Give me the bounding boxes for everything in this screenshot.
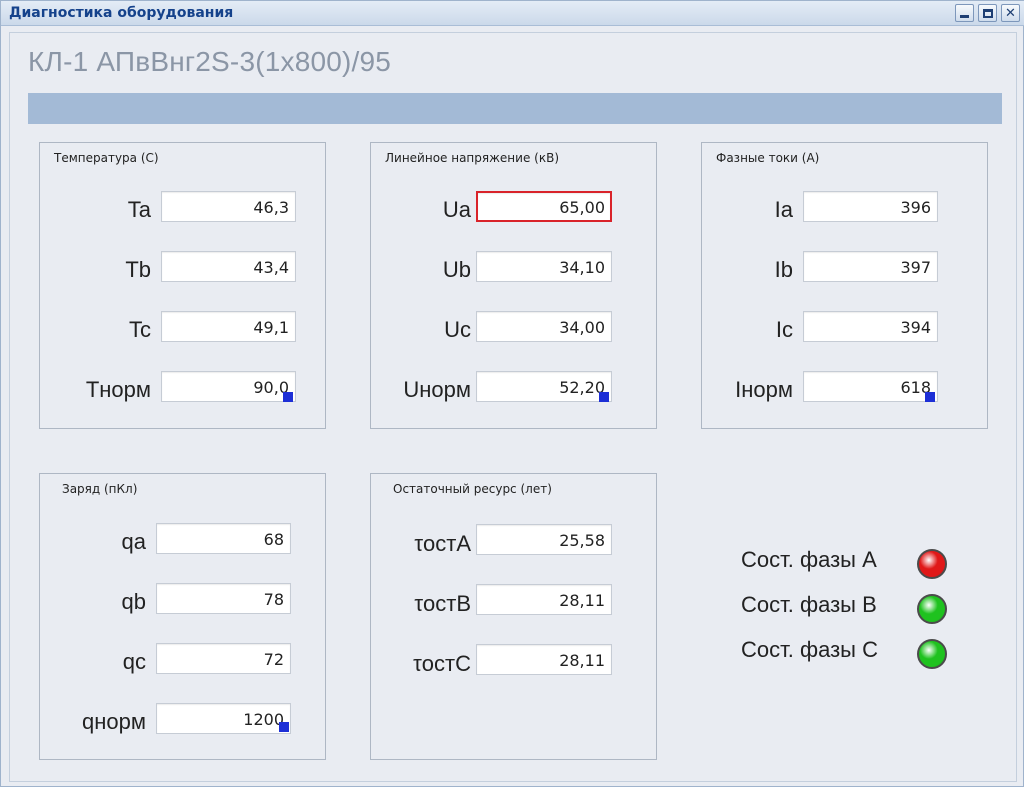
phase-b-status-label: Сост. фазы B — [741, 592, 877, 617]
row-label-ua: Ua — [442, 197, 471, 222]
field-ta[interactable]: 46,3 — [161, 191, 296, 222]
field-qc[interactable]: 72 — [156, 643, 291, 674]
row-label-ib: Ib — [774, 257, 793, 282]
field-unorm[interactable]: 52,20 — [476, 371, 612, 402]
row-label-ub: Ub — [442, 257, 471, 282]
close-button[interactable]: ✕ — [1001, 4, 1020, 22]
close-icon: ✕ — [1005, 5, 1016, 21]
field-uc[interactable]: 34,00 — [476, 311, 612, 342]
phase-c-status-label: Сост. фазы C — [741, 637, 878, 662]
row-label-tost-a: τостA — [414, 531, 471, 556]
row-label-uc: Uc — [444, 317, 471, 342]
header-band — [28, 93, 1002, 124]
maximize-button[interactable] — [978, 4, 997, 22]
edit-marker-icon — [599, 392, 609, 402]
maximize-icon — [982, 8, 993, 18]
edit-marker-icon — [283, 392, 293, 402]
field-tnorm[interactable]: 90,0 — [161, 371, 296, 402]
row-label-tb: Tb — [125, 257, 151, 282]
group-label: Линейное напряжение (кВ) — [385, 151, 559, 165]
field-qa[interactable]: 68 — [156, 523, 291, 554]
row-label-qa: qa — [121, 529, 146, 554]
row-label-tnorm: Tнорм — [85, 377, 151, 402]
group-label: Остаточный ресурс (лет) — [393, 482, 552, 496]
row-label-qc: qc — [122, 649, 146, 674]
row-label-ic: Ic — [775, 317, 793, 342]
row-label-qb: qb — [121, 589, 146, 614]
row-label-qnorm: qнорм — [82, 709, 146, 734]
group-label: Заряд (пКл) — [62, 482, 138, 496]
field-ic[interactable]: 394 — [803, 311, 938, 342]
edit-marker-icon — [279, 722, 289, 732]
edit-marker-icon — [925, 392, 935, 402]
row-label-unorm: Uнорм — [403, 377, 471, 402]
field-qnorm[interactable]: 1200 — [156, 703, 291, 734]
minimize-icon — [960, 14, 969, 18]
phase-b-status-indicator — [917, 594, 947, 624]
minimize-button[interactable] — [955, 4, 974, 22]
field-tc[interactable]: 49,1 — [161, 311, 296, 342]
field-tost-b[interactable]: 28,11 — [476, 584, 612, 615]
phase-c-status-indicator — [917, 639, 947, 669]
row-label-inorm: Iнорм — [735, 377, 793, 402]
field-tb[interactable]: 43,4 — [161, 251, 296, 282]
cable-title: КЛ-1 АПвВнг2S-3(1x800)/95 — [28, 46, 392, 77]
row-label-ia: Ia — [774, 197, 793, 222]
group-label: Фазные токи (А) — [716, 151, 820, 165]
field-tost-a[interactable]: 25,58 — [476, 524, 612, 555]
window-titlebar[interactable]: Диагностика оборудования ✕ — [1, 1, 1024, 26]
row-label-tost-c: τостC — [413, 651, 471, 676]
row-label-tost-b: τостB — [414, 591, 471, 616]
field-ub[interactable]: 34,10 — [476, 251, 612, 282]
row-label-ta: Ta — [127, 197, 151, 222]
group-label: Температура (С) — [54, 151, 159, 165]
diagnostics-window: Диагностика оборудования ✕ КЛ-1 АПвВнг2S… — [0, 0, 1024, 787]
window-title: Диагностика оборудования — [9, 5, 234, 21]
field-qb[interactable]: 78 — [156, 583, 291, 614]
field-ia[interactable]: 396 — [803, 191, 938, 222]
phase-a-status-indicator — [917, 549, 947, 579]
field-tost-c[interactable]: 28,11 — [476, 644, 612, 675]
field-ib[interactable]: 397 — [803, 251, 938, 282]
phase-a-status-label: Сост. фазы A — [741, 547, 877, 572]
field-ua[interactable]: 65,00 — [476, 191, 612, 222]
row-label-tc: Tc — [129, 317, 151, 342]
field-inorm[interactable]: 618 — [803, 371, 938, 402]
